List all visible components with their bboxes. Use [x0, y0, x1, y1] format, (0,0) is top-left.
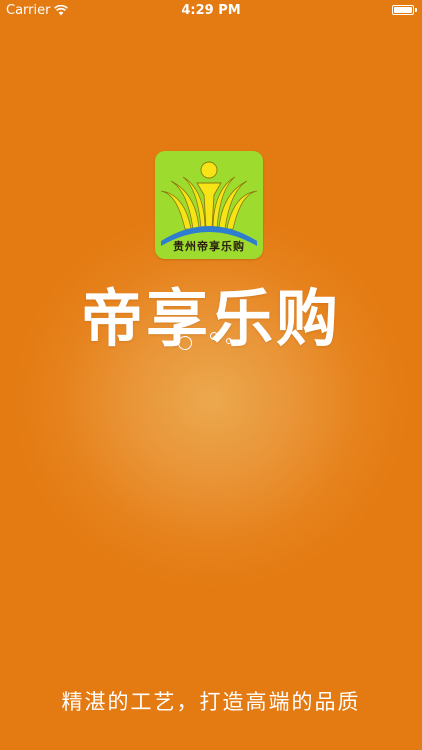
app-logo: 贵州帝享乐购	[155, 151, 263, 259]
battery-icon	[392, 5, 417, 15]
decorative-bubble	[226, 338, 232, 344]
battery-level	[394, 7, 412, 13]
decorative-bubble	[178, 336, 192, 350]
splash-screen: Carrier 4:29 PM 贵州帝享乐购 帝享乐购 精湛的工艺，打造高端的品…	[0, 0, 422, 750]
status-time: 4:29 PM	[181, 3, 241, 18]
logo-caption: 贵州帝享乐购	[173, 240, 245, 253]
brand-title: 帝享乐购	[80, 282, 341, 355]
decorative-bubble	[210, 332, 218, 340]
status-bar: Carrier 4:29 PM	[0, 0, 422, 22]
slogan-text: 精湛的工艺，打造高端的品质	[61, 690, 361, 714]
